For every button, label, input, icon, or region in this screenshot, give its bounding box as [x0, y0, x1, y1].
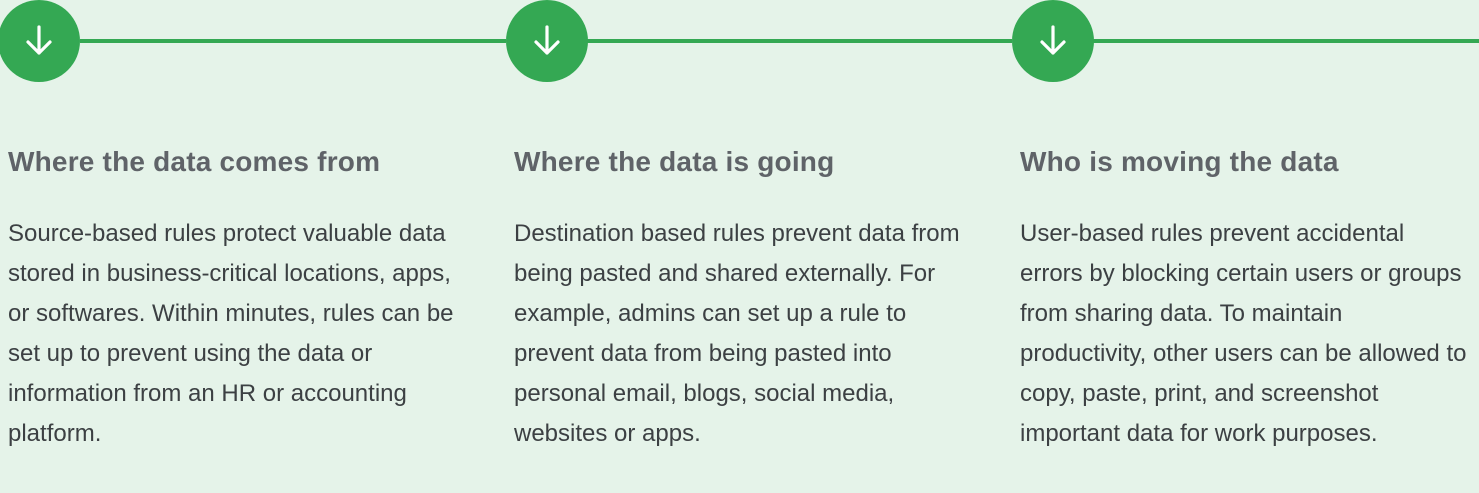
step-marker: [0, 0, 80, 82]
timeline-connector: [80, 39, 506, 43]
column-description: Source-based rules protect valuable data…: [8, 220, 454, 447]
timeline-connector: [586, 39, 1012, 43]
column-heading: Where the data is going: [514, 146, 835, 177]
column-description: Destination based rules prevent data fro…: [514, 220, 960, 447]
column-description: User-based rules prevent accidental erro…: [1020, 220, 1467, 447]
column-heading: Who is moving the data: [1020, 146, 1339, 177]
column-source: Where the data comes from Source-based r…: [0, 0, 506, 493]
timeline-connector: [1092, 39, 1479, 43]
arrow-down-icon: [534, 25, 560, 55]
arrow-down-icon: [26, 25, 52, 55]
column-user: Who is moving the data User-based rules …: [1012, 0, 1479, 493]
column-heading: Where the data comes from: [8, 146, 381, 177]
arrow-down-icon: [1040, 25, 1066, 55]
step-marker: [506, 0, 588, 82]
column-destination: Where the data is going Destination base…: [506, 0, 1012, 493]
step-marker: [1012, 0, 1094, 82]
